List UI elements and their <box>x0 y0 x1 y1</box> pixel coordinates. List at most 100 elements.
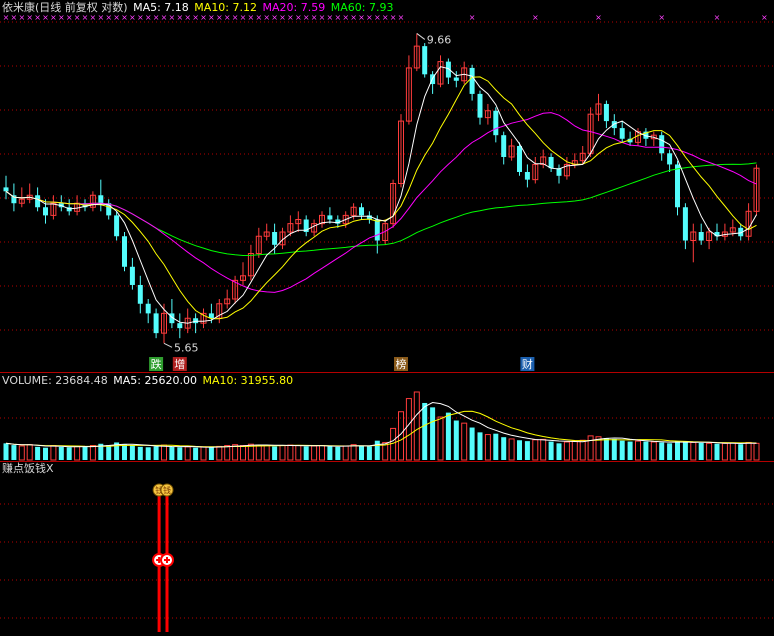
volume-bar-up <box>579 439 586 461</box>
volume-bar-up <box>255 444 262 461</box>
volume-bar-up <box>232 444 239 461</box>
candle-down <box>667 153 673 165</box>
volume-bar-down <box>430 407 436 460</box>
x-marker: × <box>398 13 405 22</box>
volume-bar-up <box>532 439 539 461</box>
volume-ma5-line <box>5 401 757 448</box>
volume-bar-down <box>675 441 680 460</box>
x-marker-tag: 财 <box>522 357 533 371</box>
volume-bar-down <box>477 432 483 460</box>
candle-down <box>611 121 617 129</box>
candle-down <box>493 110 499 136</box>
candle-down <box>137 284 143 304</box>
x-marker-tag: 榜 <box>396 357 407 371</box>
volume-bar-up <box>587 435 594 461</box>
main-legend: 依米康(日线 前复权 对数) MA5: 7.18 MA10: 7.12 MA20… <box>2 1 395 15</box>
volume-bar-down <box>627 441 633 460</box>
volume-bar-down <box>208 447 214 460</box>
candle-down <box>675 164 680 208</box>
volume-bar-up <box>484 434 491 461</box>
volume-bar-down <box>619 440 625 460</box>
volume-bar-up <box>461 422 468 461</box>
volume-bar-down <box>169 446 175 460</box>
volume-bar-down <box>469 427 475 460</box>
volume-bar-up <box>350 444 357 461</box>
volume-bar-up <box>753 442 760 461</box>
ma20-label: MA20: 7.59 <box>262 1 326 14</box>
candle-down <box>517 145 522 172</box>
volume-bar-down <box>43 447 48 460</box>
volume-bar-down <box>738 444 744 460</box>
candle-down <box>43 207 48 216</box>
volume-bar-up <box>571 440 578 461</box>
volume-bar-down <box>327 446 333 460</box>
candle-down <box>129 266 135 285</box>
ma5-line <box>5 66 757 324</box>
volume-bar-down <box>35 446 41 460</box>
volume-bar-up <box>690 441 697 461</box>
candle-down <box>453 77 459 81</box>
volume-bar-down <box>177 447 183 460</box>
x-marker: × <box>469 13 476 22</box>
volume-bar-down <box>11 445 17 460</box>
price-low-label: 5.65 <box>174 341 199 354</box>
volume-bar-down <box>422 402 428 460</box>
volume-ma10-label: MA10: 31955.80 <box>202 374 294 387</box>
ma10-label: MA10: 7.12 <box>194 1 258 14</box>
volume-bar-down <box>122 444 127 460</box>
volume-bar-down <box>129 445 135 460</box>
candle-down <box>477 93 483 118</box>
candle-down <box>177 323 183 329</box>
volume-bar-down <box>366 446 372 460</box>
price-high-label: 9.66 <box>427 33 452 46</box>
volume-bar-up <box>287 444 294 461</box>
volume-bar-down <box>82 446 88 460</box>
candle-down <box>374 219 380 241</box>
volume-bar-up <box>405 398 412 461</box>
volume-bar-down <box>714 443 720 460</box>
candle-down <box>659 135 665 154</box>
volume-bar-down <box>556 443 562 460</box>
candle-down <box>145 303 151 314</box>
volume-bar-up <box>26 444 33 461</box>
volume-bar-down <box>667 443 673 460</box>
candle-down <box>359 207 364 216</box>
volume-bar-up <box>184 446 191 461</box>
volume-bar-up <box>390 427 397 461</box>
candle-down <box>501 135 507 157</box>
volume-bar-down <box>643 441 649 460</box>
volume-bar-up <box>200 446 207 461</box>
volume-bar-down <box>374 440 380 460</box>
x-marker: × <box>532 13 539 22</box>
volume-bar-down <box>58 446 64 460</box>
ma10-line <box>5 76 757 320</box>
volume-bar-down <box>517 440 522 460</box>
x-marker: × <box>761 13 768 22</box>
volume-bar-up <box>89 445 96 461</box>
volume-ma5-label: MA5: 25620.00 <box>113 374 197 387</box>
volume-label: VOLUME: 23684.48 <box>2 374 108 387</box>
price-low-pointer <box>163 342 173 348</box>
volume-bar-down <box>303 446 309 460</box>
x-marker: × <box>714 13 721 22</box>
volume-bar-up <box>311 445 318 461</box>
volume-bar-up <box>540 438 547 461</box>
volume-bar-down <box>335 446 341 460</box>
candle-down <box>524 171 530 180</box>
ma60-line <box>5 162 757 257</box>
volume-bar-up <box>745 441 752 461</box>
candle-down <box>603 103 609 122</box>
ma60-label: MA60: 7.93 <box>330 1 394 14</box>
volume-bar-down <box>445 412 451 460</box>
volume-bar-up <box>279 445 286 461</box>
volume-bar-down <box>137 446 143 460</box>
candle-down <box>114 215 120 237</box>
volume-bar-down <box>603 438 609 460</box>
volume-bar-down <box>153 446 159 460</box>
candle-down <box>619 128 625 139</box>
candle-down <box>3 187 9 192</box>
volume-bar-down <box>501 437 507 460</box>
candle-down <box>469 67 475 94</box>
volume-bar-up <box>50 445 57 461</box>
volume-bar-down <box>66 447 72 460</box>
